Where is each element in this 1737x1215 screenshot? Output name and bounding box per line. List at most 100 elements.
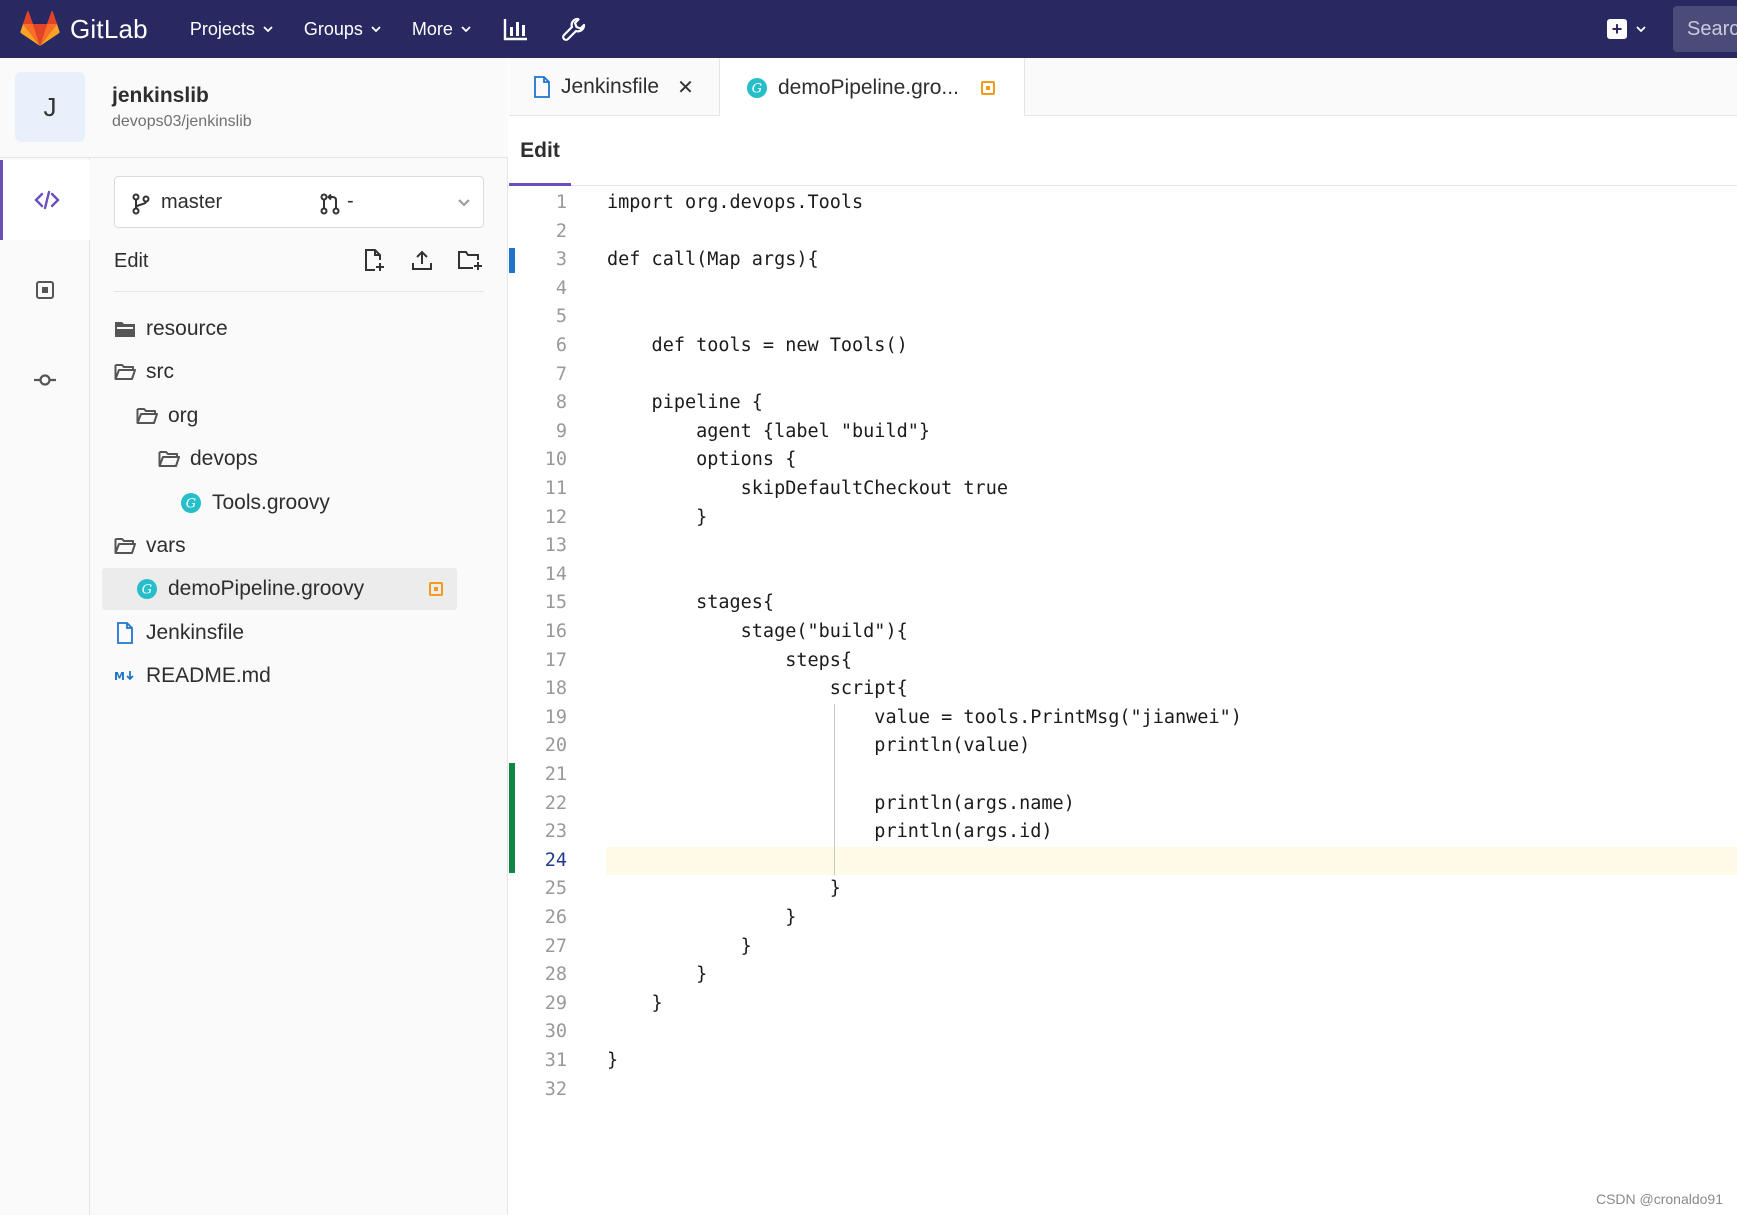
tree-item[interactable]: resource [114,308,228,350]
line-number: 22 [544,792,567,814]
code-line: 12 } [509,504,1737,533]
nav-more[interactable]: More [412,19,472,40]
gitlab-tanuki-icon [20,11,60,46]
review-icon [36,281,54,299]
line-number: 26 [544,907,567,928]
code-editor[interactable]: 1 import org.devops.Tools 2 3 def call(Map a… [509,187,1737,1215]
brand-name: GitLab [70,13,148,44]
code-text: options { [607,449,797,471]
line-number: 21 [544,764,567,785]
tree-item-label: README.md [146,664,271,688]
nav-projects[interactable]: Projects [190,19,274,40]
edit-mode-button[interactable] [0,160,90,240]
watermark: CSDN @cronaldo91 [1595,1191,1723,1207]
tree-item[interactable]: vars [114,525,186,567]
line-number: 16 [544,621,567,642]
tree-item[interactable]: GdemoPipeline.groovy [102,568,457,611]
code-line: 11 skipDefaultCheckout true [509,475,1737,504]
groovy-icon: G [136,578,158,600]
folder-open-icon [136,405,158,427]
branch-icon [132,193,150,215]
new-directory-button[interactable] [456,246,484,274]
code-line: 14 [509,561,1737,590]
code-line: 30 [509,1018,1737,1047]
code-line: 4 [509,275,1737,304]
code-text: value = tools.PrintMsg("jianwei") [607,706,1242,728]
close-icon[interactable]: ✕ [677,75,694,100]
file-icon [533,76,551,98]
code-line: 3 def call(Map args){ [509,246,1737,275]
markdown-icon: M [114,665,136,687]
tree-item[interactable]: Jenkinsfile [114,612,244,654]
project-avatar: J [15,72,85,142]
code-text: script{ [607,678,908,700]
line-number: 2 [555,220,567,242]
code-line: 15 stages{ [509,589,1737,618]
tree-item[interactable]: src [114,351,174,393]
line-number: 14 [544,563,567,585]
new-dropdown-button[interactable]: + [1607,19,1647,39]
tree-item-label: Jenkinsfile [146,620,245,644]
commit-mode-button[interactable] [0,340,90,420]
added-lines-marker [509,763,515,874]
code-line: 31} [509,1047,1737,1076]
line-number: 24 [544,849,567,871]
branch-selector[interactable]: master - [114,176,484,228]
tab-jenkinsfile[interactable]: Jenkinsfile ✕ [533,58,694,116]
tree-item-label: demoPipeline.groovy [168,577,365,601]
line-number: 17 [544,649,567,671]
merge-request-value: - [347,190,354,212]
line-number: 9 [555,420,567,442]
review-mode-button[interactable] [0,250,90,330]
tree-item[interactable]: org [136,395,198,437]
gitlab-logo[interactable]: GitLab [20,11,148,47]
line-number: 12 [544,506,567,528]
tree-item[interactable]: devops [158,438,258,480]
nav-groups[interactable]: Groups [304,19,382,40]
line-number: 15 [544,592,567,614]
top-navbar: GitLab Projects Groups More + Searc [0,0,1737,58]
code-icon [33,190,60,210]
new-file-button[interactable] [360,246,388,274]
code-line: 32 [509,1076,1737,1105]
line-number: 25 [544,878,567,900]
code-line: 9 agent {label "build"} [509,418,1737,447]
upload-file-button[interactable] [408,246,436,274]
tree-toolbar: Edit [114,246,484,292]
project-header[interactable]: J jenkinslib devops03/jenkinslib [0,58,508,158]
commit-icon [34,374,56,386]
code-line: 24 [509,847,1737,876]
line-number: 29 [544,992,567,1014]
branch-name: master [161,191,223,213]
file-icon [114,621,136,644]
code-text: } [607,506,708,528]
tree-item[interactable]: M README.md [114,655,271,697]
tree-item[interactable]: G Tools.groovy [180,482,330,524]
activity-chart-icon[interactable] [502,15,530,43]
svg-text:G: G [186,496,196,511]
folder-icon [114,318,136,340]
code-line: 1 import org.devops.Tools [509,189,1737,218]
tree-item-label: src [146,360,174,384]
admin-wrench-icon[interactable] [560,15,588,43]
code-text: } [607,964,708,986]
code-line: 6 def tools = new Tools() [509,332,1737,361]
tree-item-label: Tools.groovy [212,490,330,514]
tab-demopipeline[interactable]: G demoPipeline.gro... [719,58,1025,117]
indent-guide [834,703,835,876]
tree-item-label: resource [146,317,228,340]
search-input[interactable]: Searc [1673,6,1737,52]
code-line: 17 steps{ [509,647,1737,676]
line-number: 5 [555,306,567,328]
groovy-icon: G [746,77,768,99]
code-line: 20 println(value) [509,732,1737,761]
tab-edit[interactable]: Edit [509,116,571,186]
code-text: pipeline { [607,392,763,414]
code-text: } [607,992,663,1014]
folder-open-icon [114,535,136,557]
new-folder-icon [458,251,482,270]
modified-line-marker [509,248,515,273]
code-line: 8 pipeline { [509,389,1737,418]
line-number: 18 [544,678,567,700]
chevron-down-icon [1636,26,1646,33]
